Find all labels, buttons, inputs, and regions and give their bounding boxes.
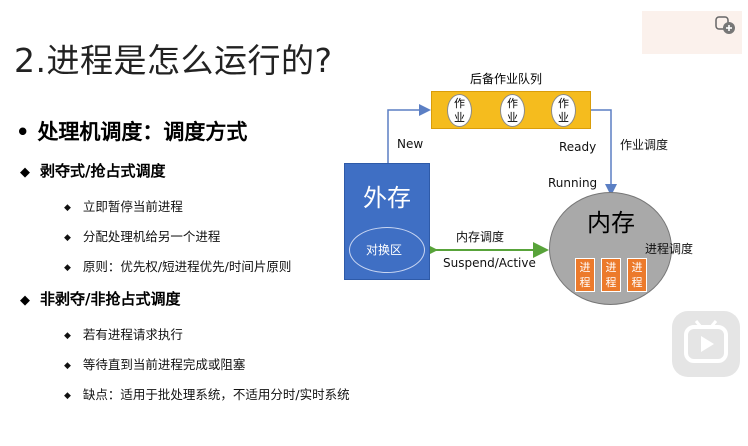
scheduling-diagram: 后备作业队列 作业 作业 作业 外存 对换区 内存 进程 进程 进程 New R… — [0, 0, 748, 446]
swap-area-label: 对换区 — [366, 243, 403, 257]
job-node: 作业 — [447, 94, 472, 127]
label-process-scheduling: 进程调度 — [645, 242, 694, 256]
external-storage-label: 外存 — [363, 184, 411, 212]
job-node: 作业 — [500, 94, 525, 127]
process-box: 进程 — [627, 258, 647, 292]
label-job-scheduling: 作业调度 — [620, 138, 669, 152]
add-to-collection-icon[interactable] — [713, 12, 737, 36]
job-node: 作业 — [551, 94, 576, 127]
process-box: 进程 — [575, 258, 595, 292]
label-new: New — [397, 137, 424, 151]
memory-label: 内存 — [587, 209, 635, 237]
process-box: 进程 — [601, 258, 621, 292]
label-running: Running — [548, 176, 598, 190]
backlog-queue-label: 后备作业队列 — [470, 72, 543, 86]
slide: 2.进程是怎么运行的? • 处理机调度：调度方式 ◆ 剥夺式/抢占式调度 ◆ 立即暂停… — [0, 0, 748, 446]
play-icon — [684, 320, 728, 363]
label-memory-scheduling: 内存调度 — [456, 230, 505, 244]
label-suspend-active: Suspend/Active — [443, 256, 536, 270]
label-ready: Ready — [559, 140, 597, 154]
play-button[interactable] — [672, 311, 740, 377]
